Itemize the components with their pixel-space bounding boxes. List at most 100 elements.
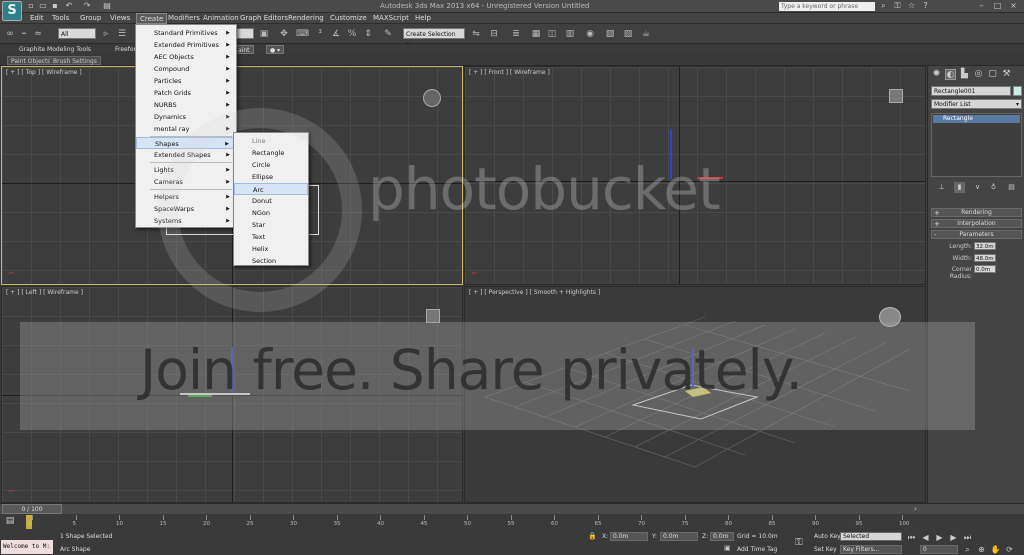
left-viewcube-icon[interactable] [426,309,440,323]
motion-tab-icon[interactable]: ◎ [973,69,984,80]
graphite-toggle-icon[interactable]: ▦ [530,28,542,40]
z-coordinate-field[interactable]: 0.0m [710,532,734,541]
layer-manager-icon[interactable]: ≣ [510,28,522,40]
time-tag-icon[interactable]: ▣ [724,544,733,553]
menu-item-patch-grids[interactable]: Patch Grids ▶ [136,87,236,99]
menu-item-particles[interactable]: Particles ▶ [136,75,236,87]
align-icon[interactable]: ⊟ [488,28,500,40]
configure-sets-icon[interactable]: ▤ [1006,182,1017,193]
material-editor-icon[interactable]: ◉ [584,28,596,40]
menu-item-aec-objects[interactable]: AEC Objects ▶ [136,51,236,63]
add-time-tag-button[interactable]: Add Time Tag [737,546,777,553]
rollout-rendering[interactable]: + Rendering [931,208,1022,217]
hierarchy-tab-icon[interactable]: ▙ [959,69,970,80]
rollout-interpolation[interactable]: + Interpolation [931,219,1022,228]
snaps-toggle-icon[interactable]: ³ [314,28,326,40]
render-setup-icon[interactable]: ▧ [604,28,616,40]
object-color-swatch[interactable] [1013,86,1022,96]
prev-frame-icon[interactable]: ◀ [920,533,931,543]
time-slider-thumb[interactable]: 0 / 100 [2,504,62,514]
goto-end-icon[interactable]: ⏭ [962,533,973,543]
project-folder-icon[interactable]: ▤ [102,1,112,11]
object-name-field[interactable]: Rectangle001 [931,86,1011,96]
create-tab-icon[interactable]: ✺ [931,69,942,80]
set-key-button[interactable]: Set Key [814,546,837,553]
make-unique-icon[interactable]: ∨ [972,182,983,193]
select-object-icon[interactable]: ▹ [100,28,112,40]
utilities-tab-icon[interactable]: ⚒ [1001,69,1012,80]
unlink-icon[interactable]: ⌁ [18,28,30,40]
width-spinner[interactable]: 48.0m [974,254,996,262]
y-coordinate-field[interactable]: 0.0m [660,532,698,541]
play-icon[interactable]: ▶ [934,533,945,543]
next-frame-icon[interactable]: ▶ [948,533,959,543]
menu-tools[interactable]: Tools [49,13,72,24]
set-key-icon[interactable]: ⚿ [795,537,803,548]
menu-help[interactable]: Help [412,13,434,24]
auto-key-button[interactable]: Auto Key [814,533,841,540]
viewport-front-label[interactable]: [ + ] [ Front ] [ Wireframe ] [469,69,550,76]
brush-settings-panel[interactable]: Brush Settings [49,56,101,65]
keyboard-shortcut-icon[interactable]: ⌨ [296,28,309,40]
menu-animation[interactable]: Animation [200,13,242,24]
time-slider-track[interactable]: 0 / 100 › [0,504,1024,514]
pan-icon[interactable]: ✋ [990,545,1001,555]
mirror-icon[interactable]: ⇋ [470,28,482,40]
app-logo-icon[interactable]: S [2,1,22,21]
pivot-icon[interactable]: ▣ [258,28,270,40]
tab-graphite-modeling-tools[interactable]: Graphite Modeling Tools [16,45,94,54]
render-production-icon[interactable]: ☕ [640,28,652,40]
minimize-icon[interactable]: – [976,1,987,11]
remove-modifier-icon[interactable]: ♁ [988,182,999,193]
reference-coord-dropdown[interactable] [236,28,254,39]
menu-graph-editors[interactable]: Graph Editors [237,13,291,24]
edit-named-selection-icon[interactable]: ✎ [382,28,394,40]
undo-icon[interactable]: ↶ [64,1,74,11]
angle-snap-icon[interactable]: ∡ [330,28,342,40]
viewport-top-label[interactable]: [ + ] [ Top ] [ Wireframe ] [6,69,82,76]
percent-snap-icon[interactable]: % [346,28,358,40]
length-spinner[interactable]: 32.0m [974,242,996,250]
menu-item-compound[interactable]: Compound ▶ [136,63,236,75]
zoom-all-icon[interactable]: ⊕ [976,545,987,555]
named-selection-dropdown[interactable]: Create Selection Se [403,28,465,49]
rollout-parameters[interactable]: - Parameters [931,230,1022,239]
zoom-icon[interactable]: ⌕ [962,545,973,555]
manipulate-icon[interactable]: ✥ [278,28,290,40]
bind-spacewarp-icon[interactable]: ≈ [32,28,44,40]
key-filters-button[interactable]: Key Filters... [840,545,902,554]
modify-tab-icon[interactable]: ◐ [945,69,956,80]
maximize-icon[interactable]: □ [992,1,1003,11]
link-icon[interactable]: ∞ [4,28,16,40]
close-icon[interactable]: × [1008,1,1019,11]
menu-views[interactable]: Views [107,13,133,24]
communication-center-icon[interactable]: ☆ [906,1,917,11]
mini-curve-editor-icon[interactable]: ▤ [4,516,16,528]
menu-rendering[interactable]: Rendering [285,13,327,24]
front-viewcube-icon[interactable] [889,89,903,103]
pin-stack-icon[interactable]: ⊥ [936,182,947,193]
show-end-result-icon[interactable]: ▮ [954,182,965,193]
menu-group[interactable]: Group [77,13,104,24]
menu-item-standard-primitives[interactable]: Standard Primitives ▶ [136,27,236,39]
stack-item-rectangle[interactable]: Rectangle [933,115,1020,123]
x-coordinate-field[interactable]: 0.0m [610,532,648,541]
search-input[interactable]: Type a keyword or phrase [779,2,875,11]
rendered-frame-icon[interactable]: ▨ [622,28,634,40]
orbit-icon[interactable]: ⟳ [1004,545,1015,555]
menu-item-nurbs[interactable]: NURBS ▶ [136,99,236,111]
menu-modifiers[interactable]: Modifiers [165,13,203,24]
selection-lock-icon[interactable]: 🔒 [588,532,597,541]
selection-filter-dropdown[interactable]: All [58,28,96,39]
corner-radius-spinner[interactable]: 0.0m [974,265,996,273]
menu-edit[interactable]: Edit [27,13,47,24]
current-frame-field[interactable]: 0 [920,545,958,554]
select-by-name-icon[interactable]: ☰ [116,28,128,40]
subscription-icon[interactable]: ⚿ [892,1,903,11]
display-tab-icon[interactable]: ▢ [987,69,998,80]
menu-create[interactable]: Create [136,13,168,24]
ribbon-options-icon[interactable]: ● ▾ [266,45,285,54]
paint-objects-panel[interactable]: Paint Objects [7,56,55,65]
top-viewcube-icon[interactable] [423,89,441,107]
goto-start-icon[interactable]: ⏮ [906,533,917,543]
